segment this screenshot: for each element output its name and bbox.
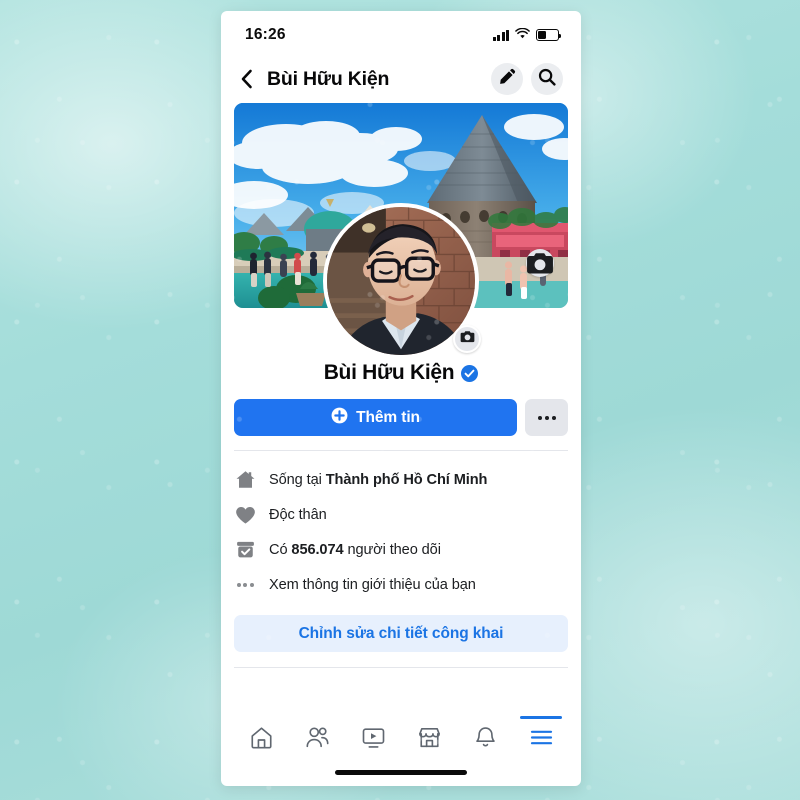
nav-item-menu[interactable] bbox=[513, 716, 569, 764]
status-bar-icons bbox=[492, 26, 562, 44]
section-divider bbox=[234, 667, 568, 668]
info-row-hometown[interactable]: Sống tại Thành phố Hồ Chí Minh bbox=[234, 462, 568, 497]
heart-icon bbox=[234, 504, 256, 526]
camera-icon bbox=[460, 330, 475, 348]
info-row-followers[interactable]: Có 856.074 người theo dõi bbox=[234, 532, 568, 567]
bottom-navigation bbox=[221, 716, 581, 786]
friends-icon bbox=[305, 725, 330, 755]
add-story-label: Thêm tin bbox=[356, 408, 420, 426]
edit-profile-button[interactable] bbox=[491, 63, 523, 95]
info-row-relationship[interactable]: Độc thân bbox=[234, 497, 568, 532]
avatar-container bbox=[323, 203, 481, 359]
back-chevron-icon[interactable] bbox=[237, 68, 257, 90]
more-horizontal-icon bbox=[544, 415, 549, 420]
nav-item-home[interactable] bbox=[233, 716, 289, 764]
more-horizontal-icon bbox=[551, 415, 556, 420]
app-header: Bùi Hữu Kiện bbox=[221, 55, 581, 103]
cellular-signal-icon bbox=[492, 29, 509, 41]
wifi-icon bbox=[515, 26, 530, 44]
profile-more-button[interactable] bbox=[525, 399, 568, 436]
page-title: Bùi Hữu Kiện bbox=[267, 67, 390, 90]
search-icon bbox=[538, 68, 556, 91]
profile-info-list: Sống tại Thành phố Hồ Chí Minh Độc thân bbox=[234, 450, 568, 602]
followers-check-icon bbox=[234, 539, 256, 561]
pencil-icon bbox=[499, 68, 516, 90]
cover-section bbox=[221, 103, 581, 359]
screenshot-canvas: 16:26 Bùi Hữu Kiện Bùi Hữu Kiện Thêm tin… bbox=[0, 0, 800, 800]
status-bar: 16:26 bbox=[221, 11, 581, 55]
home-outline-icon bbox=[249, 725, 274, 755]
profile-name-row: Bùi Hữu Kiện bbox=[221, 361, 581, 385]
header-actions bbox=[491, 63, 563, 95]
info-row-text: Độc thân bbox=[269, 506, 327, 523]
profile-name: Bùi Hữu Kiện bbox=[323, 361, 455, 384]
more-dots-icon bbox=[234, 574, 256, 596]
video-icon bbox=[361, 725, 386, 755]
info-row-text: Có 856.074 người theo dõi bbox=[269, 541, 441, 558]
nav-item-friends[interactable] bbox=[289, 716, 345, 764]
home-indicator bbox=[335, 769, 467, 775]
profile-action-row: Thêm tin bbox=[221, 385, 581, 436]
verified-badge-icon bbox=[461, 364, 479, 382]
bell-icon bbox=[473, 725, 498, 755]
home-icon bbox=[234, 469, 256, 491]
nav-item-marketplace[interactable] bbox=[401, 716, 457, 764]
add-story-button[interactable]: Thêm tin bbox=[234, 399, 517, 436]
battery-icon bbox=[536, 29, 562, 41]
cover-photo-camera-button[interactable] bbox=[526, 249, 554, 277]
edit-public-details-button[interactable]: Chỉnh sửa chi tiết công khai bbox=[234, 615, 568, 652]
search-button[interactable] bbox=[531, 63, 563, 95]
info-row-text: Sống tại Thành phố Hồ Chí Minh bbox=[269, 471, 488, 488]
plus-circle-icon bbox=[331, 407, 348, 429]
phone-frame: 16:26 Bùi Hữu Kiện Bùi Hữu Kiện Thêm tin… bbox=[221, 11, 581, 786]
marketplace-icon bbox=[417, 725, 442, 755]
info-row-see-about[interactable]: Xem thông tin giới thiệu của bạn bbox=[234, 567, 568, 602]
avatar-camera-button[interactable] bbox=[453, 325, 481, 353]
nav-item-video[interactable] bbox=[345, 716, 401, 764]
status-bar-clock: 16:26 bbox=[245, 26, 286, 43]
avatar-image bbox=[327, 207, 475, 355]
hamburger-menu-icon bbox=[529, 728, 554, 752]
more-horizontal-icon bbox=[537, 415, 542, 420]
info-row-text: Xem thông tin giới thiệu của bạn bbox=[269, 576, 476, 593]
nav-item-notifications[interactable] bbox=[457, 716, 513, 764]
